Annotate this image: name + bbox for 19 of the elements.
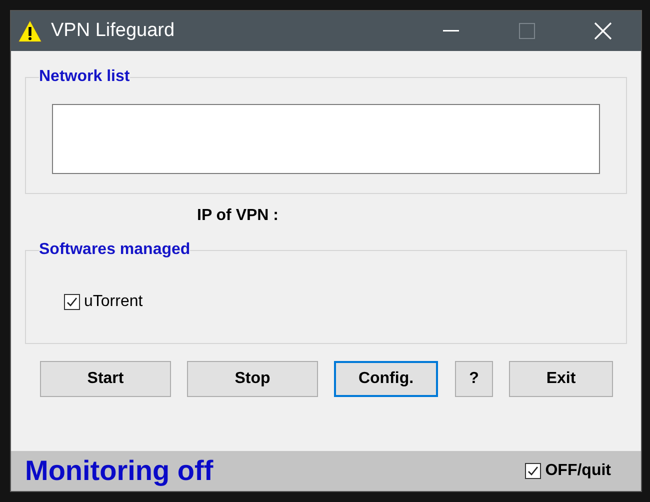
warning-icon (17, 19, 43, 43)
window-title: VPN Lifeguard (51, 20, 176, 42)
group-title: Softwares managed (39, 241, 190, 259)
action-button[interactable]: ? (455, 361, 493, 397)
action-button[interactable]: Stop (187, 361, 318, 397)
status-text: Monitoring off (25, 455, 214, 487)
action-button[interactable]: Start (40, 361, 171, 397)
option-label: OFF/quit (545, 462, 611, 480)
checkbox[interactable] (525, 463, 542, 479)
maximize-icon (519, 23, 535, 39)
action-button[interactable]: Exit (509, 361, 613, 397)
action-button[interactable]: Config. (334, 361, 438, 397)
ip-label: IP of VPN : (197, 207, 278, 224)
group-title: Network list (39, 68, 130, 86)
software-label: uTorrent (84, 293, 143, 311)
close-icon[interactable] (594, 22, 612, 40)
network-listbox[interactable] (52, 104, 600, 174)
minimize-icon[interactable] (443, 30, 459, 32)
checkbox[interactable] (64, 294, 80, 310)
